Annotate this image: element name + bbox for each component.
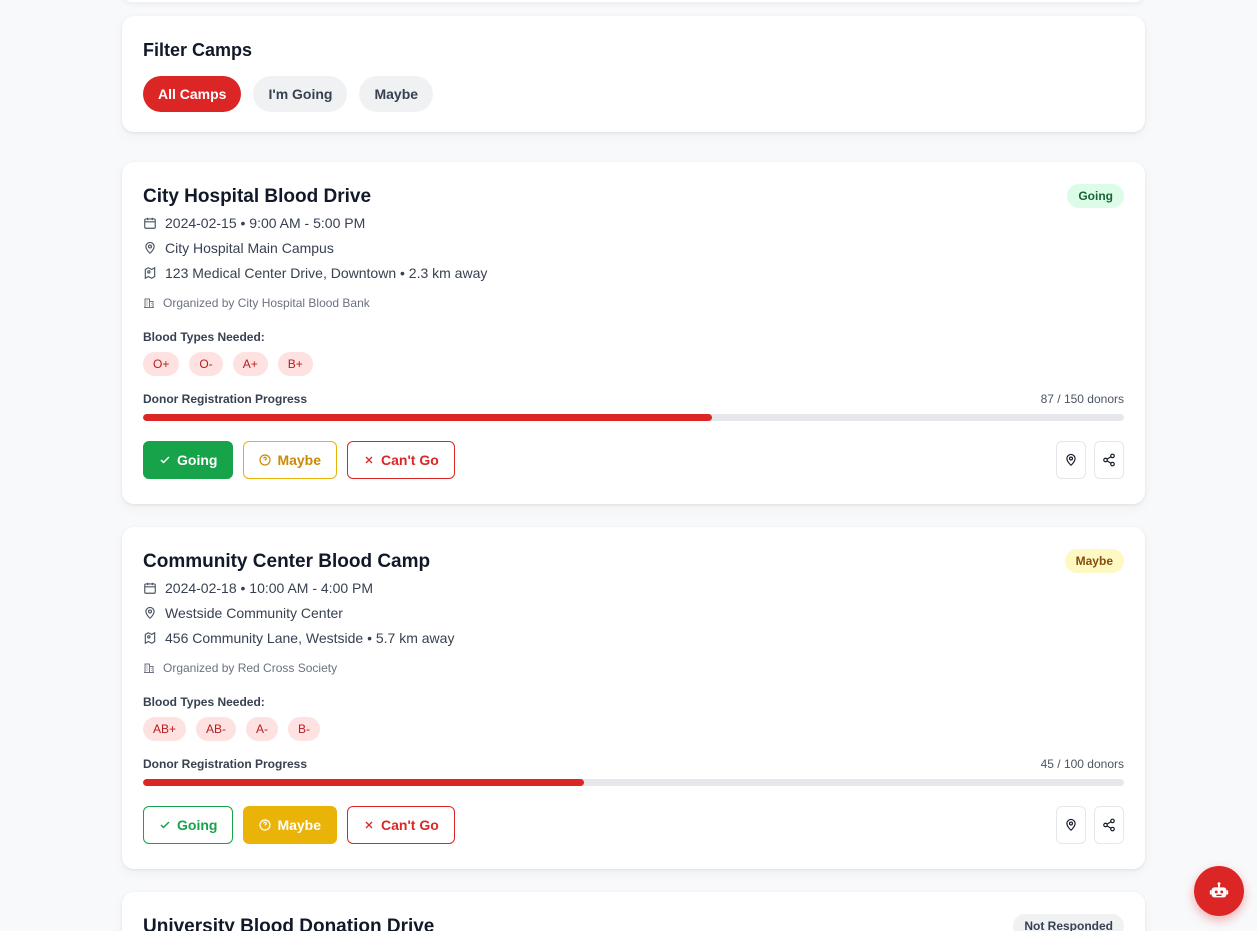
status-badge: Maybe	[1064, 549, 1124, 573]
progress-bar	[143, 414, 1124, 421]
map-pin-icon	[143, 606, 157, 620]
going-label: Going	[177, 452, 218, 468]
camp-organizer: Organized by City Hospital Blood Bank	[143, 296, 1124, 310]
maybe-label: Maybe	[277, 817, 322, 833]
camp-organizer: Organized by Red Cross Society	[143, 661, 1124, 675]
map-pin-icon	[1064, 453, 1078, 467]
progress-count: 87 / 150 donors	[1040, 392, 1124, 406]
camp-datetime: 2024-02-15 • 9:00 AM - 5:00 PM	[143, 214, 1124, 232]
share-icon	[1102, 453, 1116, 467]
cant-go-button[interactable]: Can't Go	[347, 806, 455, 844]
building-icon	[143, 662, 155, 674]
camp-title: Community Center Blood Camp	[143, 551, 431, 572]
assistant-fab[interactable]	[1194, 866, 1244, 916]
going-button[interactable]: Going	[143, 806, 234, 844]
blood-type-tag: B+	[277, 352, 313, 376]
building-icon	[143, 297, 155, 309]
address-text: 456 Community Lane, Westside • 5.7 km aw…	[165, 630, 455, 646]
progress-count: 45 / 100 donors	[1040, 757, 1124, 771]
camp-title: University Blood Donation Drive	[143, 916, 435, 931]
share-button[interactable]	[1094, 441, 1124, 479]
maybe-button[interactable]: Maybe	[243, 441, 338, 479]
filter-options: All Camps I'm Going Maybe	[143, 76, 1124, 112]
filter-title: Filter Camps	[143, 40, 253, 60]
venue-text: Westside Community Center	[165, 605, 343, 621]
cant-go-button[interactable]: Can't Go	[347, 441, 455, 479]
camp-actions: Going Maybe Can't Go	[143, 441, 1124, 479]
filter-all-camps[interactable]: All Camps	[143, 76, 242, 112]
camp-address: 123 Medical Center Drive, Downtown • 2.3…	[143, 264, 1124, 282]
blood-type-tag: O-	[189, 352, 223, 376]
blood-type-tag: A-	[246, 717, 279, 741]
maybe-label: Maybe	[277, 452, 322, 468]
camp-datetime: 2024-02-18 • 10:00 AM - 4:00 PM	[143, 579, 1124, 597]
calendar-icon	[143, 216, 157, 230]
cant-go-label: Can't Go	[381, 452, 439, 468]
camp-address: 456 Community Lane, Westside • 5.7 km aw…	[143, 629, 1124, 647]
blood-types-label: Blood Types Needed:	[143, 695, 265, 709]
close-icon	[363, 454, 375, 466]
venue-text: City Hospital Main Campus	[165, 240, 334, 256]
check-icon	[159, 819, 171, 831]
progress-header: Donor Registration Progress 87 / 150 don…	[143, 392, 1124, 406]
blood-type-tag: O+	[143, 352, 180, 376]
progress-fill	[143, 414, 712, 421]
camp-card: City Hospital Blood Drive Going 2024-02-…	[122, 162, 1145, 504]
location-button[interactable]	[1056, 806, 1086, 844]
question-circle-icon	[259, 819, 272, 831]
blood-type-tag: AB+	[143, 717, 187, 741]
progress-bar	[143, 779, 1124, 786]
maybe-button[interactable]: Maybe	[243, 806, 338, 844]
close-icon	[363, 819, 375, 831]
address-text: 123 Medical Center Drive, Downtown • 2.3…	[165, 265, 488, 281]
map-pin-icon	[143, 241, 157, 255]
blood-type-tag: A+	[232, 352, 268, 376]
progress-header: Donor Registration Progress 45 / 100 don…	[143, 757, 1124, 771]
map-icon	[143, 631, 157, 645]
blood-type-tag: B-	[288, 717, 321, 741]
calendar-icon	[143, 581, 157, 595]
filter-maybe[interactable]: Maybe	[359, 76, 434, 112]
share-icon	[1102, 818, 1116, 832]
check-icon	[159, 454, 171, 466]
blood-type-tag: AB-	[196, 717, 237, 741]
progress-label: Donor Registration Progress	[143, 392, 308, 406]
progress-fill	[143, 779, 585, 786]
share-button[interactable]	[1094, 806, 1124, 844]
map-pin-icon	[1064, 818, 1078, 832]
filter-im-going[interactable]: I'm Going	[253, 76, 348, 112]
progress-label: Donor Registration Progress	[143, 757, 308, 771]
cant-go-label: Can't Go	[381, 817, 439, 833]
location-button[interactable]	[1056, 441, 1086, 479]
camp-title: City Hospital Blood Drive	[143, 186, 372, 207]
organizer-text: Organized by Red Cross Society	[163, 661, 338, 675]
previous-section-edge	[122, 0, 1145, 2]
datetime-text: 2024-02-18 • 10:00 AM - 4:00 PM	[165, 580, 374, 596]
camp-actions: Going Maybe Can't Go	[143, 806, 1124, 844]
blood-types-list: O+ O- A+ B+	[143, 352, 1124, 376]
blood-types-list: AB+ AB- A- B-	[143, 717, 1124, 741]
datetime-text: 2024-02-15 • 9:00 AM - 5:00 PM	[165, 215, 366, 231]
status-badge: Not Responded	[1013, 914, 1124, 931]
camp-venue: Westside Community Center	[143, 604, 1124, 622]
organizer-text: Organized by City Hospital Blood Bank	[163, 296, 370, 310]
blood-types-label: Blood Types Needed:	[143, 330, 265, 344]
going-button[interactable]: Going	[143, 441, 234, 479]
going-label: Going	[177, 817, 218, 833]
question-circle-icon	[259, 454, 272, 466]
camp-card: Community Center Blood Camp Maybe 2024-0…	[122, 527, 1145, 869]
camp-venue: City Hospital Main Campus	[143, 239, 1124, 257]
filter-card: Filter Camps All Camps I'm Going Maybe	[122, 16, 1145, 132]
camp-card: University Blood Donation Drive Not Resp…	[122, 892, 1145, 931]
status-badge: Going	[1067, 184, 1124, 208]
robot-icon	[1208, 880, 1230, 902]
map-icon	[143, 266, 157, 280]
